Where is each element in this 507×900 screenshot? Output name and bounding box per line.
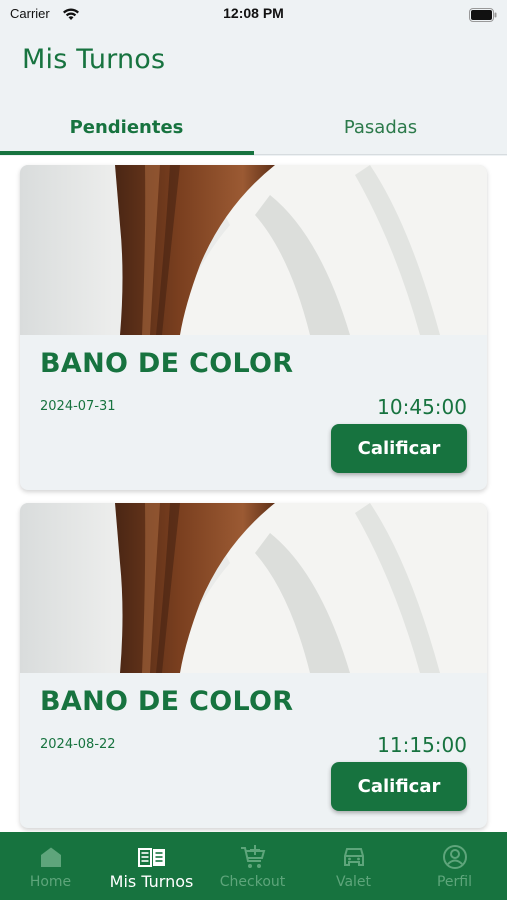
home-icon: [39, 843, 63, 871]
appointment-card[interactable]: BANO DE COLOR 2024-07-31 10:45:00 Califi…: [20, 165, 487, 490]
nav-label: Perfil: [436, 874, 473, 890]
book-icon: [137, 843, 167, 871]
tab-pasadas[interactable]: Pasadas: [254, 100, 507, 155]
rate-button[interactable]: Calificar: [331, 762, 467, 811]
appointment-date: 2024-07-31: [40, 399, 116, 414]
service-name: BANO DE COLOR: [40, 686, 294, 717]
appointments-list[interactable]: BANO DE COLOR 2024-07-31 10:45:00 Califi…: [0, 156, 507, 832]
tab-bar: Pendientes Pasadas: [0, 100, 507, 155]
nav-item-mis-turnos[interactable]: Mis Turnos: [101, 832, 202, 900]
page-title: Mis Turnos: [22, 44, 166, 75]
nav-label: Valet: [335, 874, 372, 890]
bottom-nav: Home Mis Turnos Checkout Valet Perfil: [0, 832, 507, 900]
app-header: Mis Turnos: [0, 30, 507, 100]
nav-item-valet[interactable]: Valet: [303, 832, 404, 900]
status-bar: Carrier 12:08 PM: [0, 0, 507, 30]
profile-icon: [442, 843, 468, 871]
nav-item-home[interactable]: Home: [0, 832, 101, 900]
car-icon: [342, 843, 366, 871]
nav-label: Checkout: [219, 874, 286, 890]
active-tab-indicator: [0, 151, 254, 155]
nav-label: Mis Turnos: [109, 872, 194, 891]
tab-pendientes[interactable]: Pendientes: [0, 100, 253, 155]
status-time: 12:08 PM: [223, 5, 284, 21]
service-name: BANO DE COLOR: [40, 348, 294, 379]
rate-button[interactable]: Calificar: [331, 424, 467, 473]
appointment-time: 10:45:00: [377, 395, 467, 419]
nav-label: Home: [29, 874, 72, 890]
appointment-date: 2024-08-22: [40, 737, 116, 752]
cart-icon: [239, 843, 267, 871]
appointment-time: 11:15:00: [377, 733, 467, 757]
appointment-card[interactable]: BANO DE COLOR 2024-08-22 11:15:00 Califi…: [20, 503, 487, 828]
battery-icon: [469, 7, 497, 26]
nav-item-perfil[interactable]: Perfil: [404, 832, 505, 900]
service-photo: [20, 165, 487, 335]
nav-item-checkout[interactable]: Checkout: [202, 832, 303, 900]
service-photo: [20, 503, 487, 673]
